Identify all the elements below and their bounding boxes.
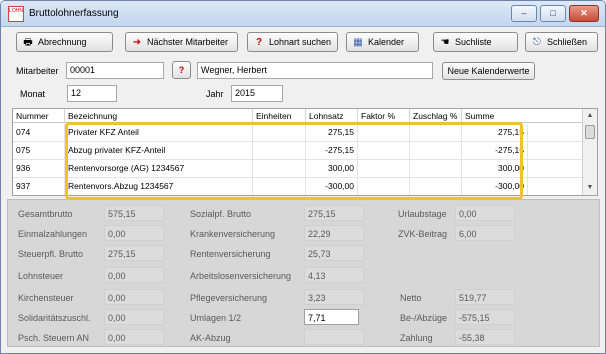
cell-nummer: 937 — [13, 178, 65, 195]
employee-name-field: Wegner, Herbert — [197, 62, 433, 79]
summary-value: 275,15 — [304, 205, 364, 221]
umlagen-input[interactable]: 7,71 — [304, 309, 359, 325]
summary-label: Psch. Steuern AN — [18, 333, 90, 343]
month-input[interactable]: 12 — [67, 85, 117, 102]
hand-list-icon: ☚ — [440, 37, 450, 48]
new-calendar-values-button[interactable]: Neue Kalenderwerte — [442, 62, 535, 80]
lohnart-suchen-button[interactable]: ? Lohnart suchen — [247, 32, 338, 52]
printer-icon: 🖶 — [23, 37, 33, 48]
app-logo-icon: LOHN — [8, 6, 24, 22]
summary-label: ZVK-Beitrag — [398, 229, 448, 239]
next-employee-label: Nächster Mitarbeiter — [147, 37, 229, 47]
summary-label: Umlagen 1/2 — [190, 313, 242, 323]
arrow-right-icon: ➜ — [132, 37, 142, 48]
table-scrollbar[interactable]: ▲ ▼ — [582, 109, 597, 195]
summary-label: Kirchensteuer — [18, 293, 74, 303]
monat-label: Monat — [20, 89, 46, 99]
kalender-button[interactable]: ▦ Kalender — [346, 32, 419, 52]
summary-label: Sozialpf. Brutto — [190, 209, 252, 219]
schliessen-label: Schließen — [547, 37, 588, 47]
col-nummer[interactable]: Nummer — [13, 109, 65, 123]
summary-label: Steuerpfl. Brutto — [18, 249, 84, 259]
summary-value: 4,13 — [304, 267, 364, 283]
col-summe[interactable]: Summe — [462, 109, 583, 123]
summary-label: Krankenversicherung — [190, 229, 276, 239]
summary-label: Einmalzahlungen — [18, 229, 88, 239]
col-lohnsatz[interactable]: Lohnsatz — [306, 109, 358, 123]
lohnart-suchen-label: Lohnart suchen — [269, 37, 332, 47]
summary-value: 6,00 — [455, 225, 515, 241]
kalender-label: Kalender — [368, 37, 405, 47]
abrechnung-button[interactable]: 🖶 Abrechnung — [16, 32, 113, 52]
jahr-label: Jahr — [206, 89, 224, 99]
table-header: Nummer Bezeichnung Einheiten Lohnsatz Fa… — [13, 109, 583, 123]
suchliste-button[interactable]: ☚ Suchliste — [433, 32, 518, 52]
scroll-thumb[interactable] — [585, 125, 595, 139]
suchliste-label: Suchliste — [455, 37, 492, 47]
zahlung-value: -55,38 — [455, 329, 515, 345]
summary-value: 0,00 — [104, 309, 164, 325]
schliessen-button[interactable]: ⎋ Schließen — [525, 32, 598, 52]
col-faktor[interactable]: Faktor % — [358, 109, 410, 123]
scroll-down-icon[interactable]: ▼ — [583, 181, 597, 195]
summary-label: Urlaubstage — [398, 209, 447, 219]
summary-label: AK-Abzug — [190, 333, 231, 343]
summary-value: 0,00 — [104, 329, 164, 345]
calendar-icon: ▦ — [353, 37, 363, 48]
col-zuschlag[interactable]: Zuschlag % — [410, 109, 462, 123]
summary-label: Solidaritätszuschl. — [18, 313, 91, 323]
title-bar: LOHN Bruttolohnerfassung – □ ✕ — [1, 1, 605, 27]
summary-value: 3,23 — [304, 289, 364, 305]
year-input[interactable]: 2015 — [231, 85, 283, 102]
mitarbeiter-label: Mitarbeiter — [16, 66, 59, 76]
col-bezeichnung[interactable]: Bezeichnung — [65, 109, 253, 123]
payroll-window: LOHN Bruttolohnerfassung – □ ✕ 🖶 Abrechnu… — [0, 0, 606, 354]
summary-label: Netto — [400, 293, 422, 303]
close-button[interactable]: ✕ — [569, 5, 599, 22]
summary-value: 0,00 — [104, 267, 164, 283]
summary-label: Rentenversicherung — [190, 249, 271, 259]
summary-value: 22,29 — [304, 225, 364, 241]
scroll-up-icon[interactable]: ▲ — [583, 109, 597, 123]
cell-nummer: 074 — [13, 124, 65, 142]
minimize-button[interactable]: – — [511, 5, 537, 22]
summary-value — [304, 329, 364, 345]
summary-value: 25,73 — [304, 245, 364, 261]
col-einheiten[interactable]: Einheiten — [253, 109, 306, 123]
abzuege-value: -575,15 — [455, 309, 515, 325]
summary-value: 575,15 — [104, 205, 164, 221]
maximize-button[interactable]: □ — [540, 5, 566, 22]
employee-lookup-button[interactable]: ? — [172, 61, 191, 79]
netto-value: 519,77 — [455, 289, 515, 305]
summary-value: 0,00 — [455, 205, 515, 221]
summary-value: 275,15 — [104, 245, 164, 261]
summary-label: Arbeitslosenversicherung — [190, 271, 292, 281]
exit-icon: ⎋ — [533, 37, 541, 48]
summary-value: 0,00 — [104, 289, 164, 305]
summary-value: 0,00 — [104, 225, 164, 241]
summary-label: Lohnsteuer — [18, 271, 64, 281]
next-employee-button[interactable]: ➜ Nächster Mitarbeiter — [125, 32, 238, 52]
abrechnung-label: Abrechnung — [38, 37, 87, 47]
summary-label: Pflegeversicherung — [190, 293, 268, 303]
summary-label: Be-/Abzüge — [400, 313, 448, 323]
help-search-icon: ? — [255, 37, 263, 48]
employee-number-input[interactable]: 00001 — [66, 62, 164, 79]
cell-nummer: 936 — [13, 160, 65, 178]
selection-highlight — [65, 122, 523, 200]
cell-nummer: 075 — [13, 142, 65, 160]
summary-panel: Gesamtbrutto 575,15 Einmalzahlungen 0,00… — [7, 199, 600, 347]
summary-label: Gesamtbrutto — [18, 209, 73, 219]
summary-label: Zahlung — [400, 333, 433, 343]
window-title: Bruttolohnerfassung — [29, 8, 119, 19]
